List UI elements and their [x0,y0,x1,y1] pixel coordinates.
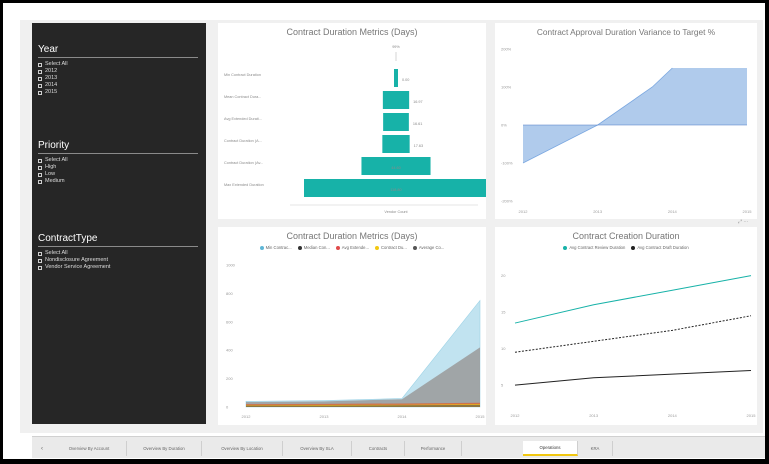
slicer-panel: Year Select All 2012 2013 2014 2015 Prio… [32,23,206,424]
funnel-value-label: 44.60 [391,166,401,170]
y-tick-label: 1000 [226,263,236,268]
x-tick-label: 2015 [476,414,486,419]
x-tick-label: 2013 [320,414,330,419]
variance-area-chart: 200% 100% 0% -100% -200% 2012 2013 2014 2015 [501,47,753,215]
y-tick-label: 15 [501,310,506,315]
tab-kra[interactable]: KRA [578,441,613,456]
x-tick-label: 2013 [593,209,603,214]
funnel-value-label: 16.97 [413,100,423,104]
y-tick-label: -200% [501,199,513,204]
tab-contracts[interactable]: Contracts [352,441,405,456]
x-tick-label: 2014 [398,414,408,419]
y-tick-label: 10 [501,346,506,351]
checkbox-icon[interactable] [38,179,42,184]
funnel-value-label: 17.63 [414,144,424,148]
funnel-value-label: 118.80 [390,188,401,192]
page-tabs: ‹ Overview By Account Overview By Durati… [32,436,765,458]
y-tick-label: 20 [501,273,506,278]
funnel-category-label: Contract Duration (Av... [224,161,263,165]
slicer-option[interactable]: 2015 [38,89,198,96]
y-tick-label: 5 [501,383,504,388]
slicer-option[interactable]: Select All [38,61,198,68]
x-tick-label: 2013 [589,413,599,418]
tab-performance[interactable]: Performance [405,441,462,456]
variance-area [523,68,747,163]
slicer-option[interactable]: 2014 [38,82,198,89]
stacked-area-chart-card[interactable]: Contract Duration Metrics (Days) Min Con… [218,227,486,425]
slicer-option[interactable]: Vendor Service Agreement [38,264,198,271]
checkbox-icon[interactable] [38,76,42,81]
x-tick-label: 2012 [511,413,521,418]
year-slicer: Year Select All 2012 2013 2014 2015 [38,44,198,96]
stacked-area-chart: 1000 800 600 400 200 0 2012 2013 2014 2015 [226,263,486,420]
y-tick-label: 400 [226,348,233,353]
contract-type-slicer: ContractType Select All Nondisclosure Ag… [38,233,198,271]
slicer-option[interactable]: Medium [38,178,198,185]
priority-slicer: Priority Select All High Low Medium [38,140,198,185]
tab-overview-by-duration[interactable]: Overview By Duration [127,441,202,456]
x-tick-label: 2014 [668,413,678,418]
checkbox-icon[interactable] [38,158,42,163]
slicer-title: Priority [38,140,198,154]
line-series [514,315,752,353]
funnel-category-label: Min Contract Duration [224,73,261,77]
tab-operations[interactable]: Operations [523,441,578,456]
slicer-option[interactable]: High [38,164,198,171]
x-tick-label: 2015 [743,209,753,214]
checkbox-icon[interactable] [38,83,42,88]
funnel-chart: 99% Min Contract Duration 0.00 Mean Contrac… [224,45,486,214]
variance-chart-card[interactable]: Contract Approval Duration Variance to T… [495,23,757,219]
funnel-top-label: 99% [392,45,400,49]
slicer-option[interactable]: Low [38,171,198,178]
funnel-bar [383,113,409,131]
funnel-bar [382,135,410,153]
funnel-category-label: Avg Extended Durati... [224,117,262,121]
funnel-bar [382,91,410,109]
line-series [514,275,752,324]
x-tick-label: 2012 [519,209,529,214]
funnel-category-label: Max Extended Duration [224,183,264,187]
funnel-value-label: 16.61 [413,122,423,126]
y-tick-label: 200 [226,376,233,381]
checkbox-icon[interactable] [38,251,42,256]
line-chart-card[interactable]: Contract Creation Duration Avg Contract … [495,227,757,425]
slicer-option[interactable]: 2012 [38,68,198,75]
funnel-value-label: 0.00 [402,78,409,82]
slicer-option[interactable]: Select All [38,157,198,164]
slicer-option[interactable]: Nondisclosure Agreement [38,257,198,264]
slicer-option[interactable]: 2013 [38,75,198,82]
checkbox-icon[interactable] [38,172,42,177]
y-tick-label: 800 [226,291,233,296]
slicer-title: Year [38,44,198,58]
checkbox-icon[interactable] [38,165,42,170]
checkbox-icon[interactable] [38,69,42,74]
funnel-chart-card[interactable]: Contract Duration Metrics (Days) 99% Min … [218,23,486,219]
funnel-category-label: Contract Duration (A... [224,139,262,143]
y-tick-label: 200% [501,47,512,52]
checkbox-icon[interactable] [38,90,42,95]
funnel-category-label: Mean Contract Dura... [224,95,261,99]
tab-prev-icon[interactable]: ‹ [36,441,48,456]
funnel-bar [394,69,398,87]
slicer-option[interactable]: Select All [38,250,198,257]
line-series [514,370,752,386]
more-options-icon[interactable]: ⤢ ··· [738,219,748,225]
x-tick-label: 2015 [747,413,757,418]
funnel-axis-label: Vendor Count [384,210,408,214]
line-chart: 20151052012 2013 2014 2015 [501,273,757,418]
tab-overview-by-location[interactable]: Overview By Location [202,441,283,456]
y-tick-label: 0% [501,123,507,128]
y-tick-label: 100% [501,85,512,90]
tab-overview-by-sla[interactable]: Overview By SLA [283,441,352,456]
checkbox-icon[interactable] [38,258,42,263]
y-tick-label: 0 [226,405,229,410]
y-tick-label: -100% [501,161,513,166]
x-tick-label: 2012 [242,414,252,419]
x-tick-label: 2014 [668,209,678,214]
slicer-title: ContractType [38,233,198,247]
checkbox-icon[interactable] [38,265,42,270]
tab-overview-by-account[interactable]: Overview By Account [52,441,127,456]
checkbox-icon[interactable] [38,62,42,67]
y-tick-label: 600 [226,319,233,324]
